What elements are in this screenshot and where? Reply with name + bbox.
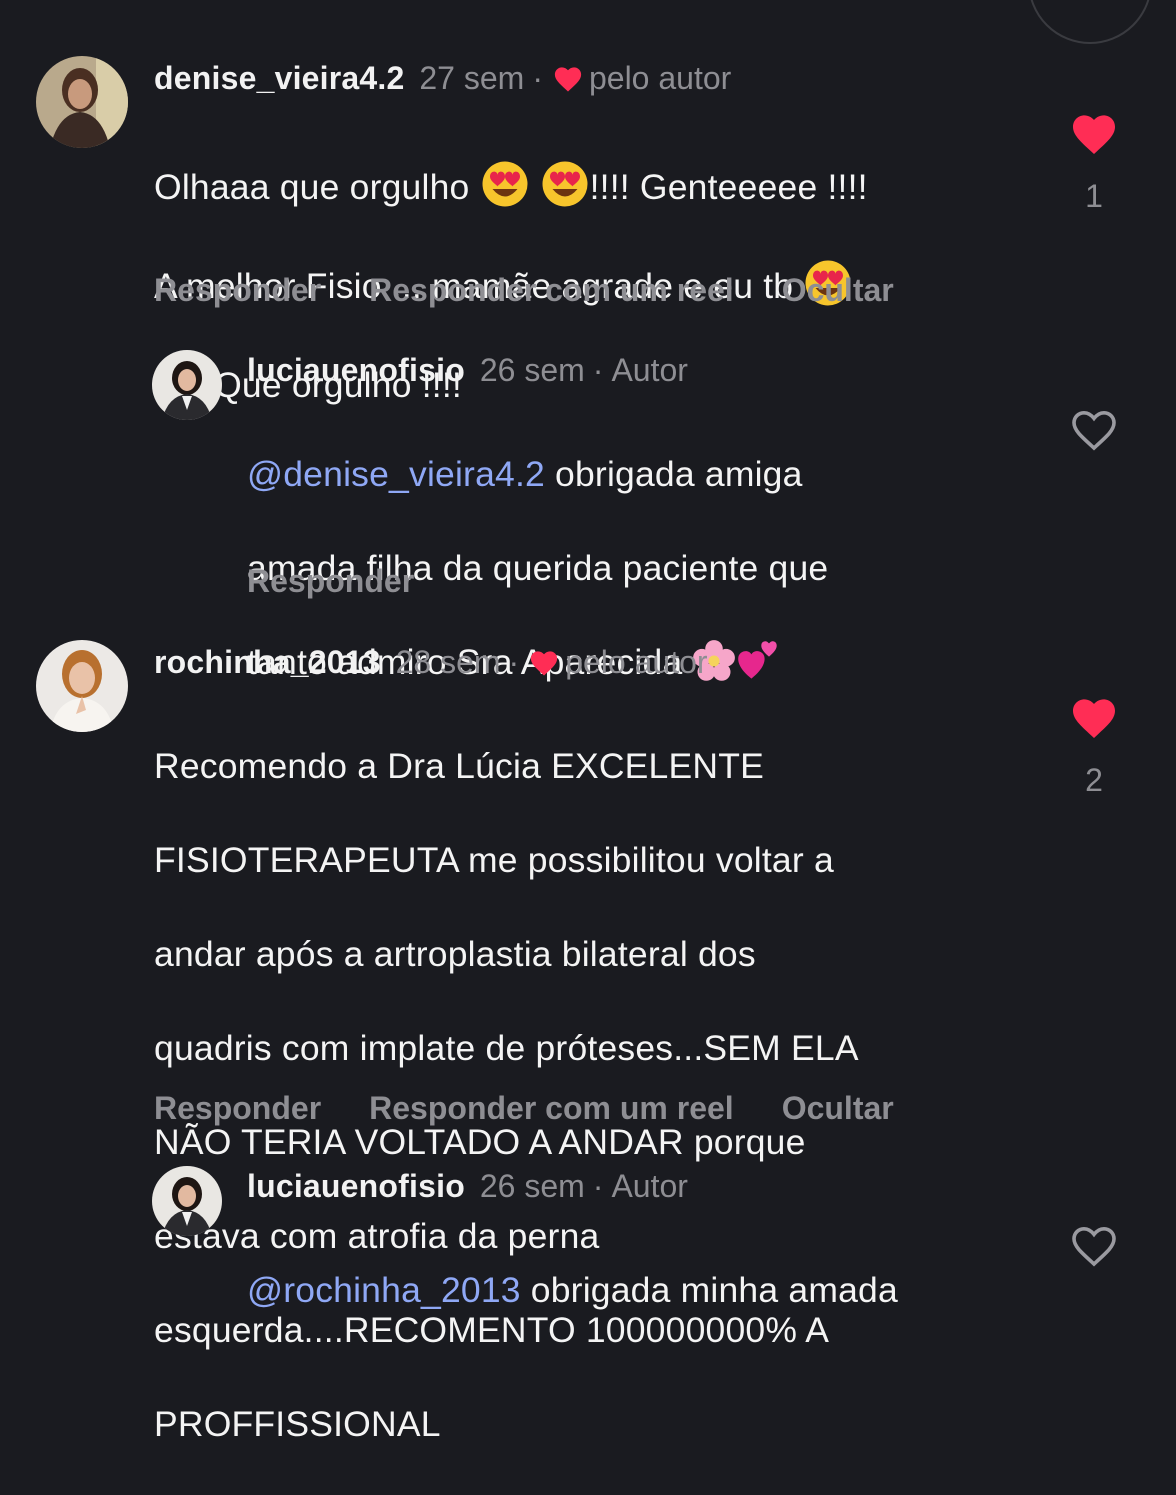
top-button-partial[interactable] — [1028, 0, 1152, 44]
heart-filled-icon[interactable] — [1070, 112, 1118, 156]
author-badge: Autor — [611, 1168, 688, 1204]
timestamp: 27 sem — [419, 60, 525, 96]
like-control[interactable] — [1064, 1224, 1124, 1268]
timestamp: 26 sem — [479, 1168, 585, 1204]
separator-dot: · — [532, 60, 543, 96]
like-control[interactable]: 1 — [1064, 112, 1124, 214]
username[interactable]: luciauenofisio — [247, 1168, 465, 1204]
username[interactable]: denise_vieira4.2 — [154, 60, 404, 96]
comment-meta: denise_vieira4.2 27 sem · pelo autor — [154, 58, 731, 98]
comment-line: !!!! Genteeeee !!!! — [589, 167, 868, 207]
like-control[interactable] — [1064, 408, 1124, 452]
reply-text: @rochinha_2013 obrigada minha amada — [247, 1220, 898, 1361]
like-count: 1 — [1085, 178, 1103, 214]
username[interactable]: rochinha_2013 — [154, 644, 381, 680]
comment-actions: Responder Responder com um reel Ocultar — [154, 270, 942, 310]
heart-outline-icon[interactable] — [1070, 1224, 1118, 1268]
avatar[interactable] — [36, 640, 128, 732]
mention-link[interactable]: @denise_vieira4.2 — [247, 454, 545, 494]
separator-dot: · — [592, 352, 604, 388]
avatar[interactable] — [152, 350, 222, 420]
heart-eyes-emoji — [540, 159, 590, 209]
reply-with-reel-button[interactable]: Responder com um reel — [369, 272, 734, 308]
comment-actions: Responder Responder com um reel Ocultar — [154, 1088, 942, 1128]
timestamp: 26 sem — [479, 352, 585, 388]
comment-line: PROFFISSIONAL — [154, 1404, 441, 1444]
comment-line: Olhaaa que orgulho — [154, 167, 480, 207]
two-hearts-emoji — [736, 639, 780, 683]
comment-line: Recomendo a Dra Lúcia EXCELENTE — [154, 746, 764, 786]
comment-line: andar após a artroplastia bilateral dos — [154, 934, 756, 974]
comment-line: quadris com implate de próteses...SEM EL… — [154, 1028, 859, 1068]
comment-meta: rochinha_2013 28 sem · pelo autor — [154, 642, 708, 682]
liked-by-author-label: pelo autor — [588, 60, 732, 96]
heart-filled-icon — [531, 651, 558, 676]
avatar[interactable] — [36, 56, 128, 148]
avatar[interactable] — [152, 1166, 222, 1236]
username[interactable]: luciauenofisio — [247, 352, 465, 388]
heart-eyes-emoji — [480, 159, 530, 209]
comment-line: FISIOTERAPEUTA me possibilitou voltar a — [154, 840, 834, 880]
liked-by-author-label: pelo autor — [565, 644, 708, 680]
timestamp: 28 sem — [395, 644, 501, 680]
separator-dot: · — [592, 1168, 604, 1204]
reply-meta: luciauenofisio 26 sem · Autor — [247, 350, 688, 390]
heart-outline-icon[interactable] — [1070, 408, 1118, 452]
reply-actions: Responder — [247, 561, 462, 601]
reply-with-reel-button[interactable]: Responder com um reel — [369, 1090, 734, 1126]
separator-dot: · — [508, 644, 520, 680]
hide-button[interactable]: Ocultar — [782, 1090, 894, 1126]
reply-button[interactable]: Responder — [154, 1090, 321, 1126]
like-count: 2 — [1085, 762, 1103, 798]
heart-filled-icon[interactable] — [1070, 696, 1118, 740]
reply-button[interactable]: Responder — [154, 272, 321, 308]
comment-line: obrigada amiga — [544, 454, 803, 494]
like-control[interactable]: 2 — [1064, 696, 1124, 798]
mention-link[interactable]: @rochinha_2013 — [247, 1270, 521, 1310]
reply-meta: luciauenofisio 26 sem · Autor — [247, 1166, 688, 1206]
heart-filled-icon — [554, 67, 582, 92]
reply-button[interactable]: Responder — [247, 563, 414, 599]
hide-button[interactable]: Ocultar — [782, 272, 894, 308]
author-badge: Autor — [611, 352, 688, 388]
comment-line: obrigada minha amada — [520, 1270, 898, 1310]
